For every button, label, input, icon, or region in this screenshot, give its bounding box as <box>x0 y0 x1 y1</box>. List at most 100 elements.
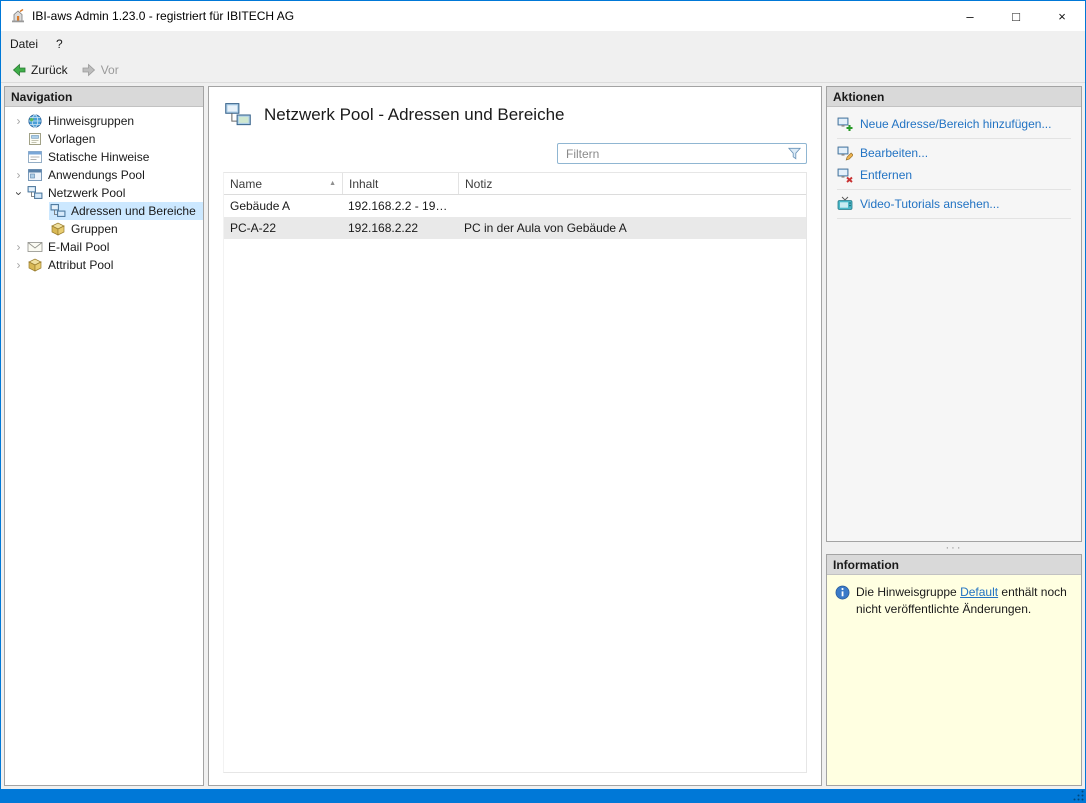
back-arrow-icon <box>11 62 27 78</box>
tree-item-content: Vorlagen <box>26 130 203 148</box>
separator <box>837 218 1071 219</box>
actions-header: Aktionen <box>827 87 1081 107</box>
app-body: Navigation › Hinweisgruppe <box>1 83 1085 789</box>
action-video-tutorials[interactable]: Video-Tutorials ansehen... <box>827 193 1081 215</box>
cell-notiz: PC in der Aula von Gebäude A <box>458 221 806 235</box>
right-column: Aktionen Neue Adresse/Bereich hinzufügen… <box>826 86 1082 786</box>
main-title-row: Netzwerk Pool - Adressen und Bereiche <box>223 100 807 130</box>
tree-item-content: Adressen und Bereiche <box>49 202 203 220</box>
maximize-button[interactable]: □ <box>993 1 1039 31</box>
tree-item-content: Anwendungs Pool <box>26 166 203 184</box>
main-panel: Netzwerk Pool - Adressen und Bereiche Na… <box>208 86 822 786</box>
action-remove[interactable]: Entfernen <box>827 164 1081 186</box>
table-header: Name ▲ Inhalt Notiz <box>224 173 806 195</box>
tree-item-label: Hinweisgruppen <box>48 114 134 128</box>
column-header-label: Inhalt <box>349 177 378 191</box>
minimize-button[interactable]: – <box>947 1 993 31</box>
chevron-down-icon[interactable]: › <box>11 186 26 201</box>
tree-item-label: Gruppen <box>71 222 118 236</box>
navigation-tree: › Hinweisgruppen <box>5 107 203 274</box>
chevron-right-icon[interactable]: › <box>11 114 26 129</box>
action-edit[interactable]: Bearbeiten... <box>827 142 1081 164</box>
navigation-panel: Navigation › Hinweisgruppe <box>4 86 204 786</box>
action-label: Video-Tutorials ansehen... <box>860 197 999 211</box>
tree-item-content: Attribut Pool <box>26 256 203 274</box>
filter-input[interactable] <box>558 147 787 161</box>
chevron-right-icon[interactable]: › <box>11 168 26 183</box>
video-tutorials-icon <box>837 196 853 212</box>
column-header-label: Name <box>230 177 262 191</box>
resize-grip[interactable] <box>1072 789 1085 802</box>
cell-inhalt: 192.168.2.2 - 192.16... <box>342 199 458 213</box>
hinweisgruppen-icon <box>27 113 43 129</box>
tree-item-content: E-Mail Pool <box>26 238 203 256</box>
action-list: Neue Adresse/Bereich hinzufügen... <box>827 107 1081 222</box>
statische-hinweise-icon <box>27 149 43 165</box>
tree-item-gruppen[interactable]: Gruppen <box>5 220 203 238</box>
filter-funnel-icon[interactable] <box>787 146 802 161</box>
tree-item-content: Netzwerk Pool <box>26 184 203 202</box>
forward-button[interactable]: Vor <box>76 59 127 81</box>
information-panel: Information Die Hinweisgruppe Default en… <box>826 554 1082 786</box>
tree-item-attribut-pool[interactable]: › Attribut Pool <box>5 256 203 274</box>
tree-item-label: Vorlagen <box>48 132 95 146</box>
tree-item-label: Attribut Pool <box>48 258 113 272</box>
navigation-header: Navigation <box>5 87 203 107</box>
column-header-label: Notiz <box>465 177 492 191</box>
information-header: Information <box>827 555 1081 575</box>
adressen-bereiche-icon <box>50 203 66 219</box>
action-label: Bearbeiten... <box>860 146 928 160</box>
chevron-right-icon[interactable]: › <box>11 240 26 255</box>
table-row[interactable]: Gebäude A 192.168.2.2 - 192.16... <box>224 195 806 217</box>
add-address-icon <box>837 116 853 132</box>
filter-row <box>223 143 807 164</box>
app-icon <box>10 8 26 24</box>
back-button-label: Zurück <box>31 63 68 77</box>
filter-box <box>557 143 807 164</box>
back-button[interactable]: Zurück <box>6 59 76 81</box>
panel-splitter-handle[interactable]: ··· <box>826 542 1082 554</box>
gruppen-icon <box>50 221 66 237</box>
tree-item-statische-hinweise[interactable]: Statische Hinweise <box>5 148 203 166</box>
sort-ascending-icon: ▲ <box>329 180 336 187</box>
actions-panel: Aktionen Neue Adresse/Bereich hinzufügen… <box>826 86 1082 542</box>
separator <box>837 138 1071 139</box>
column-header-notiz[interactable]: Notiz <box>458 173 806 194</box>
tree-item-vorlagen[interactable]: Vorlagen <box>5 130 203 148</box>
status-strip <box>1 789 1085 802</box>
tree-item-content: Statische Hinweise <box>26 148 203 166</box>
tree-item-label: Adressen und Bereiche <box>71 204 196 218</box>
tree-item-anwendungs-pool[interactable]: › Anwendungs Pool <box>5 166 203 184</box>
tree-item-label: Statische Hinweise <box>48 150 149 164</box>
forward-button-label: Vor <box>101 63 119 77</box>
table-row[interactable]: PC-A-22 192.168.2.22 PC in der Aula von … <box>224 217 806 239</box>
tree-item-adressen-und-bereiche[interactable]: Adressen und Bereiche <box>5 202 203 220</box>
default-group-link[interactable]: Default <box>960 585 998 599</box>
window-title: IBI-aws Admin 1.23.0 - registriert für I… <box>32 9 294 23</box>
netzwerk-pool-icon <box>27 185 43 201</box>
tree-item-netzwerk-pool[interactable]: › Netzwerk Pool <box>5 184 203 202</box>
tree-item-content: Hinweisgruppen <box>26 112 203 130</box>
tree-item-label: Netzwerk Pool <box>48 186 125 200</box>
window-controls: – □ × <box>947 1 1085 31</box>
action-add-address[interactable]: Neue Adresse/Bereich hinzufügen... <box>827 113 1081 135</box>
chevron-right-icon[interactable]: › <box>11 258 26 273</box>
menu-item-datei[interactable]: Datei <box>1 31 47 57</box>
app-window: IBI-aws Admin 1.23.0 - registriert für I… <box>0 0 1086 803</box>
tree-item-hinweisgruppen[interactable]: › Hinweisgruppen <box>5 112 203 130</box>
page-title: Netzwerk Pool - Adressen und Bereiche <box>264 105 565 125</box>
vorlagen-icon <box>27 131 43 147</box>
remove-icon <box>837 167 853 183</box>
toolbar: Zurück Vor <box>1 57 1085 83</box>
column-header-name[interactable]: Name ▲ <box>224 173 342 194</box>
tree-item-label: Anwendungs Pool <box>48 168 145 182</box>
close-button[interactable]: × <box>1039 1 1085 31</box>
tree-item-content: Gruppen <box>49 220 203 238</box>
action-label: Neue Adresse/Bereich hinzufügen... <box>860 117 1051 131</box>
tree-item-email-pool[interactable]: › E-Mail Pool <box>5 238 203 256</box>
attribut-pool-icon <box>27 257 43 273</box>
netzwerk-pool-title-icon <box>223 101 253 129</box>
address-table: Name ▲ Inhalt Notiz Gebäude A 192.168.2.… <box>223 172 807 773</box>
menu-item-help[interactable]: ? <box>47 31 72 57</box>
column-header-inhalt[interactable]: Inhalt <box>342 173 458 194</box>
